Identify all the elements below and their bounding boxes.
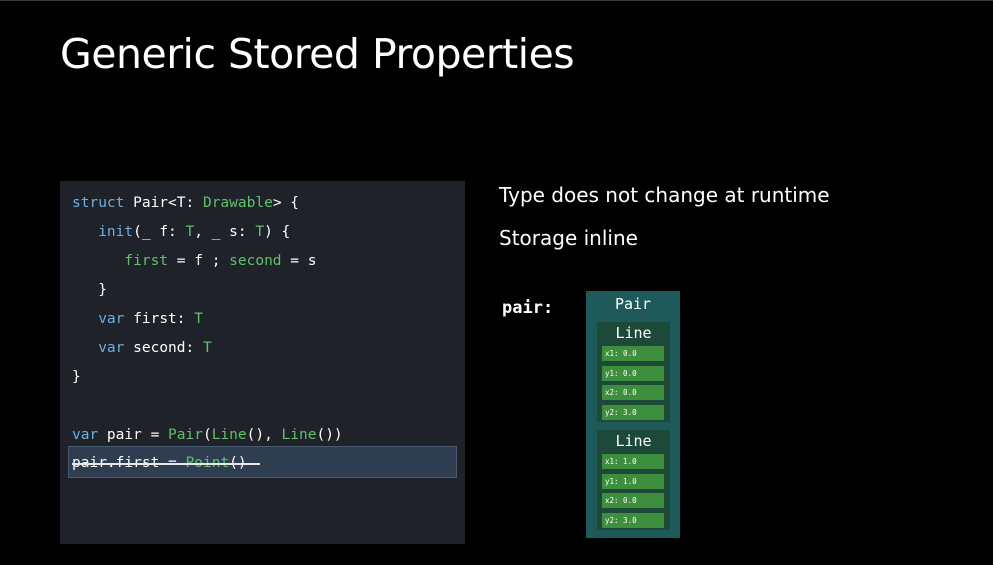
assign-a: = f ;: [168, 253, 230, 269]
keyword-var: var: [98, 311, 125, 327]
keyword-init: init: [98, 224, 134, 240]
keyword-var: var: [98, 340, 125, 356]
field-x1: x1: 0.0: [602, 346, 664, 361]
bullet-type-fixed: Type does not change at runtime: [499, 183, 830, 207]
line-box-title: Line: [615, 324, 652, 342]
field-y2: y2: 3.0: [602, 405, 664, 420]
bullet-storage-inline: Storage inline: [499, 226, 638, 250]
assign-b: = s: [281, 253, 317, 269]
type-line: Line: [211, 427, 247, 443]
type-t: T: [202, 340, 212, 356]
keyword-struct: struct: [72, 195, 125, 211]
paren: ()): [316, 427, 343, 443]
var-first-name: first:: [124, 311, 195, 327]
code-panel: struct Pair<T: Drawable> { init(_ f: T, …: [60, 181, 465, 544]
field-y2: y2: 3.0: [602, 513, 664, 528]
type-pair: Pair: [168, 427, 203, 443]
strikethrough: [72, 463, 260, 465]
top-divider: [0, 0, 993, 1]
line-box-first: Line x1: 0.0 y1: 0.0 x2: 0.0 y2: 3.0: [597, 322, 670, 422]
pair-storage-box: Pair Line x1: 0.0 y1: 0.0 x2: 0.0 y2: 3.…: [586, 291, 680, 538]
slide-title: Generic Stored Properties: [60, 30, 575, 78]
code-line-close-struct: }: [72, 369, 81, 385]
type-line: Line: [281, 427, 317, 443]
field-y1: y1: 1.0: [602, 474, 664, 489]
keyword-var: var: [72, 427, 99, 443]
field-x1: x1: 1.0: [602, 454, 664, 469]
code-line-var-pair: var pair = Pair(Line(), Line()): [72, 426, 343, 444]
code-line-close-init: }: [72, 282, 107, 298]
struct-name: Pair<T:: [124, 195, 203, 211]
init-args-c: ) {: [264, 224, 291, 240]
paren: (: [202, 427, 212, 443]
struct-open: > {: [272, 195, 300, 211]
code-line-init: init(_ f: T, _ s: T) {: [72, 223, 290, 241]
pair-box-title: Pair: [614, 295, 652, 313]
paren: (),: [246, 427, 282, 443]
code-line-assign: first = f ; second = s: [72, 252, 316, 270]
field-x2: x2: 0.0: [602, 385, 664, 400]
code-line-var-second: var second: T: [72, 339, 212, 357]
field-y1: y1: 0.0: [602, 366, 664, 381]
var-pair-name: pair =: [98, 427, 169, 443]
type-drawable: Drawable: [202, 195, 273, 211]
pair-variable-label: pair:: [502, 298, 554, 318]
type-t: T: [255, 224, 265, 240]
type-t: T: [185, 224, 195, 240]
prop-second: second: [229, 253, 282, 269]
var-second-name: second:: [124, 340, 203, 356]
init-args-b: , _ s:: [194, 224, 256, 240]
code-line-struct: struct Pair<T: Drawable> {: [72, 194, 299, 212]
type-t: T: [194, 311, 203, 327]
field-x2: x2: 0.0: [602, 493, 664, 508]
line-box-title: Line: [615, 432, 652, 450]
code-line-var-first: var first: T: [72, 310, 203, 328]
init-args-a: (_ f:: [133, 224, 186, 240]
prop-first: first: [124, 253, 169, 269]
line-box-second: Line x1: 1.0 y1: 1.0 x2: 0.0 y2: 3.0: [597, 430, 670, 530]
